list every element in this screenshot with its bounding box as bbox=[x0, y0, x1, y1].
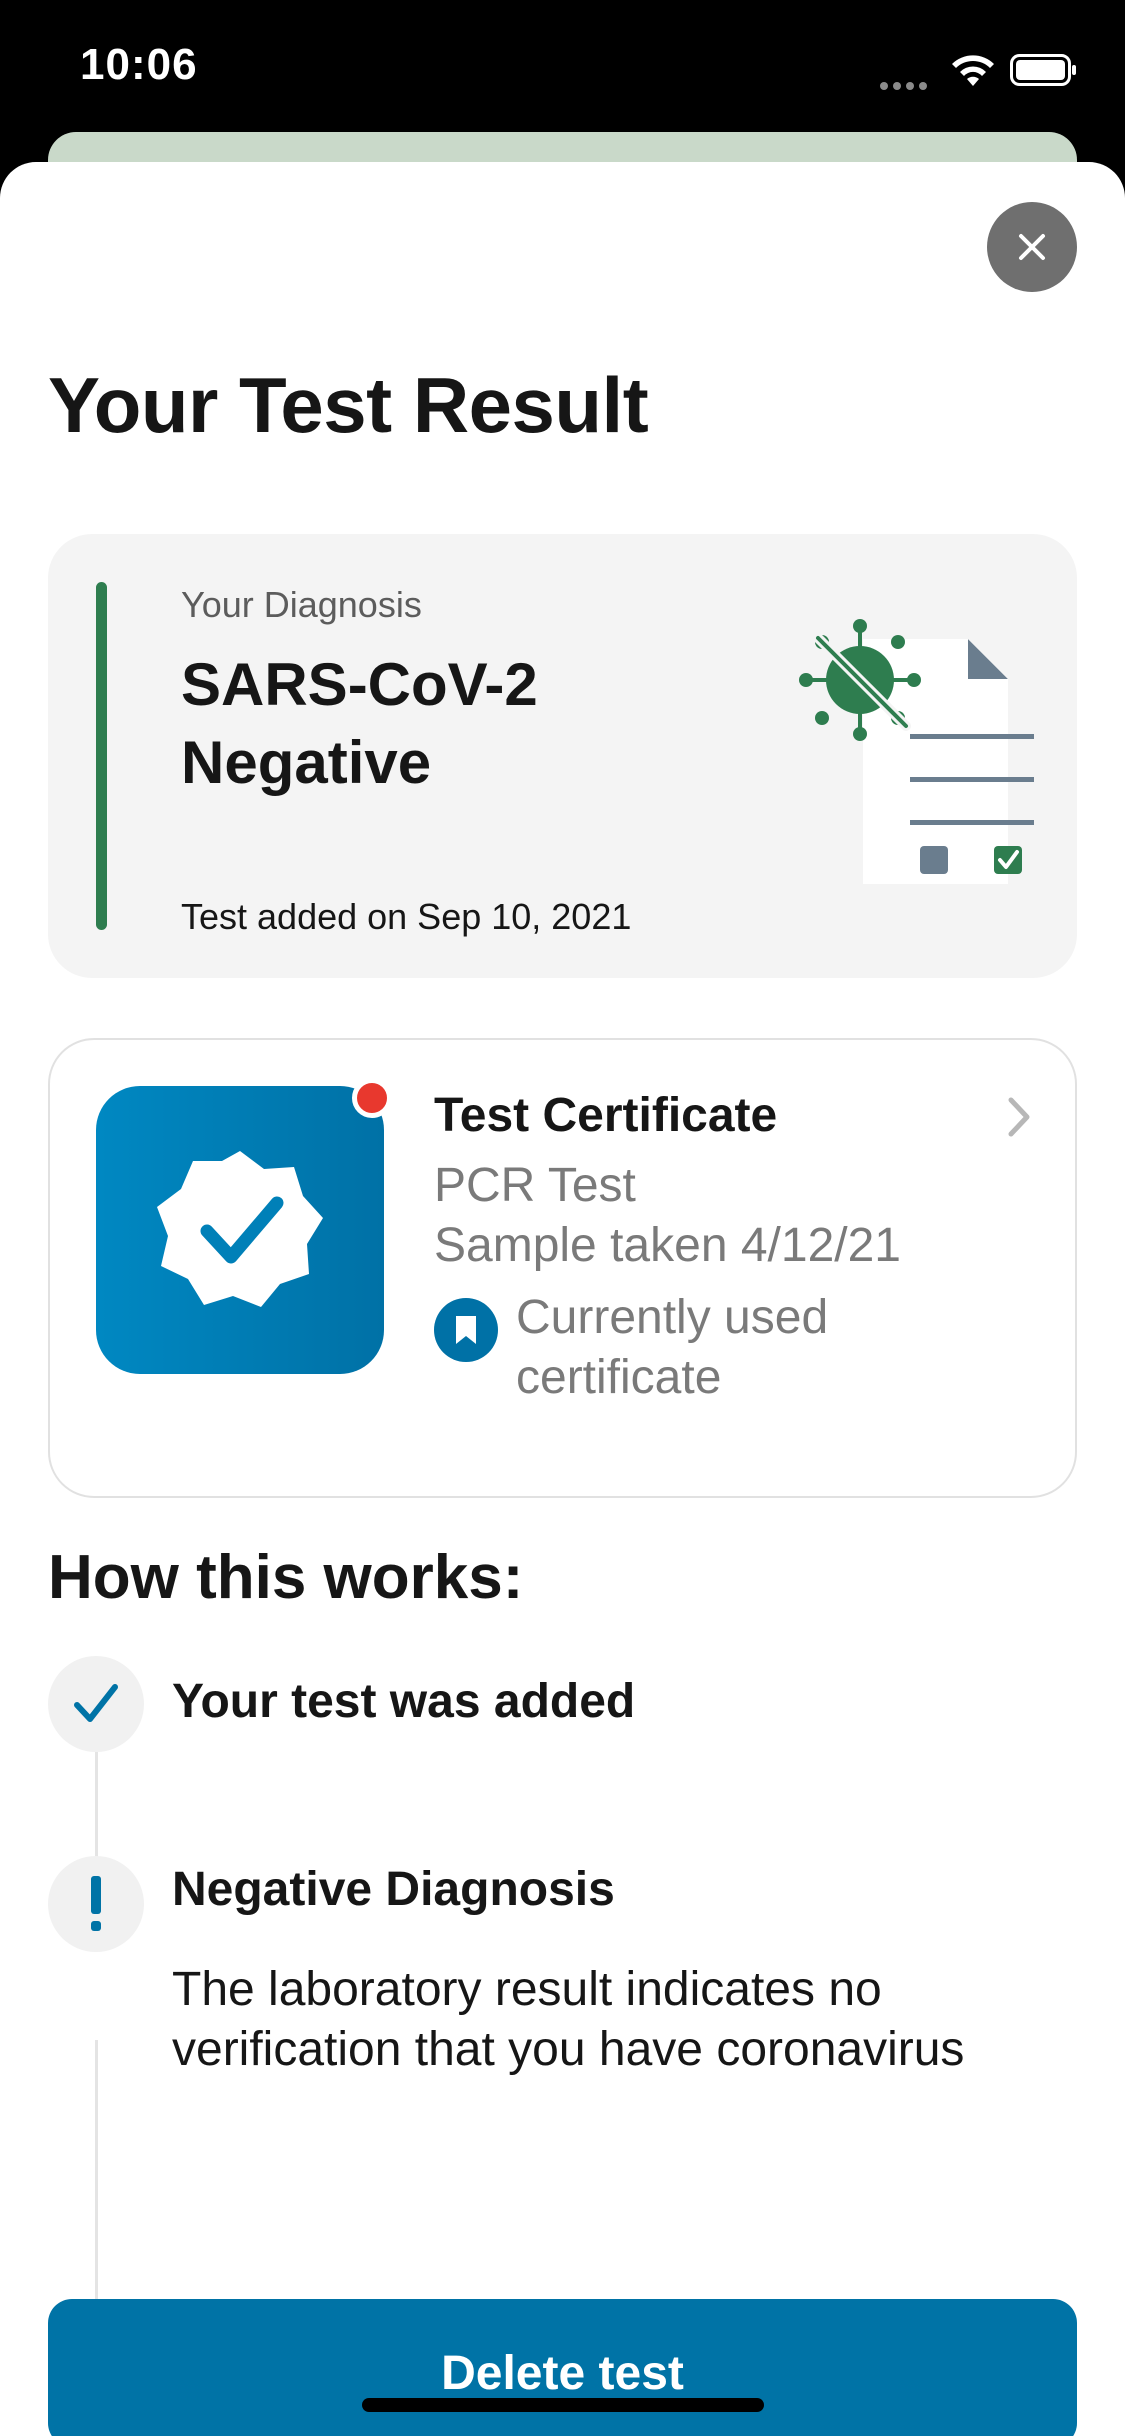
exclamation-icon bbox=[91, 1876, 101, 1931]
currently-used-label: Currently used certificate bbox=[516, 1288, 966, 1408]
chevron-right-icon bbox=[1008, 1097, 1030, 1137]
test-certificate-card[interactable]: Test Certificate PCR Test Sample taken 4… bbox=[48, 1038, 1077, 1498]
notification-dot bbox=[352, 1078, 392, 1118]
currently-used-line2: certificate bbox=[516, 1351, 722, 1404]
wifi-icon bbox=[952, 55, 994, 86]
step-1-title: Your test was added bbox=[172, 1675, 636, 1728]
close-icon bbox=[1019, 234, 1045, 260]
certificate-title: Test Certificate bbox=[434, 1089, 778, 1142]
currently-used-line1: Currently used bbox=[516, 1291, 829, 1344]
delete-test-button[interactable]: Delete test bbox=[48, 2299, 1077, 2436]
diagnosis-result-line1: SARS-CoV-2 bbox=[181, 651, 538, 718]
step-2-title: Negative Diagnosis bbox=[172, 1863, 615, 1916]
diagnosis-date: Test added on Sep 10, 2021 bbox=[181, 896, 632, 937]
step-1-icon bbox=[48, 1656, 144, 1752]
step-2-icon bbox=[48, 1856, 144, 1952]
home-indicator[interactable] bbox=[362, 2398, 764, 2412]
bookmark-icon bbox=[434, 1298, 498, 1362]
how-it-works-title: How this works: bbox=[48, 1543, 524, 1612]
step-2-text: The laboratory result indicates no verif… bbox=[172, 1963, 965, 2076]
check-icon bbox=[74, 1684, 118, 1722]
diagnosis-result: SARS-CoV-2 Negative bbox=[181, 646, 538, 802]
page-title: Your Test Result bbox=[48, 361, 649, 449]
verified-badge-icon bbox=[157, 1151, 323, 1307]
diagnosis-label: Your Diagnosis bbox=[181, 584, 422, 625]
diagnosis-card: Your Diagnosis SARS-CoV-2 Negative Test … bbox=[48, 534, 1077, 978]
close-button[interactable] bbox=[987, 202, 1077, 292]
battery-icon bbox=[1010, 54, 1076, 86]
diagnosis-result-line2: Negative bbox=[181, 729, 432, 796]
diagnosis-accent-bar bbox=[96, 582, 107, 930]
certificate-app-icon bbox=[96, 1086, 384, 1374]
result-sheet: Your Test Result Your Diagnosis SARS-CoV… bbox=[0, 162, 1125, 2436]
document-virus-icon bbox=[799, 619, 1034, 884]
certificate-type: PCR Test bbox=[434, 1159, 636, 1212]
cellular-dots-icon bbox=[880, 77, 932, 90]
status-bar: 10:06 bbox=[0, 0, 1125, 140]
status-time: 10:06 bbox=[80, 40, 198, 89]
step-connector-2 bbox=[95, 2040, 98, 2300]
certificate-sample-date: Sample taken 4/12/21 bbox=[434, 1219, 901, 1272]
